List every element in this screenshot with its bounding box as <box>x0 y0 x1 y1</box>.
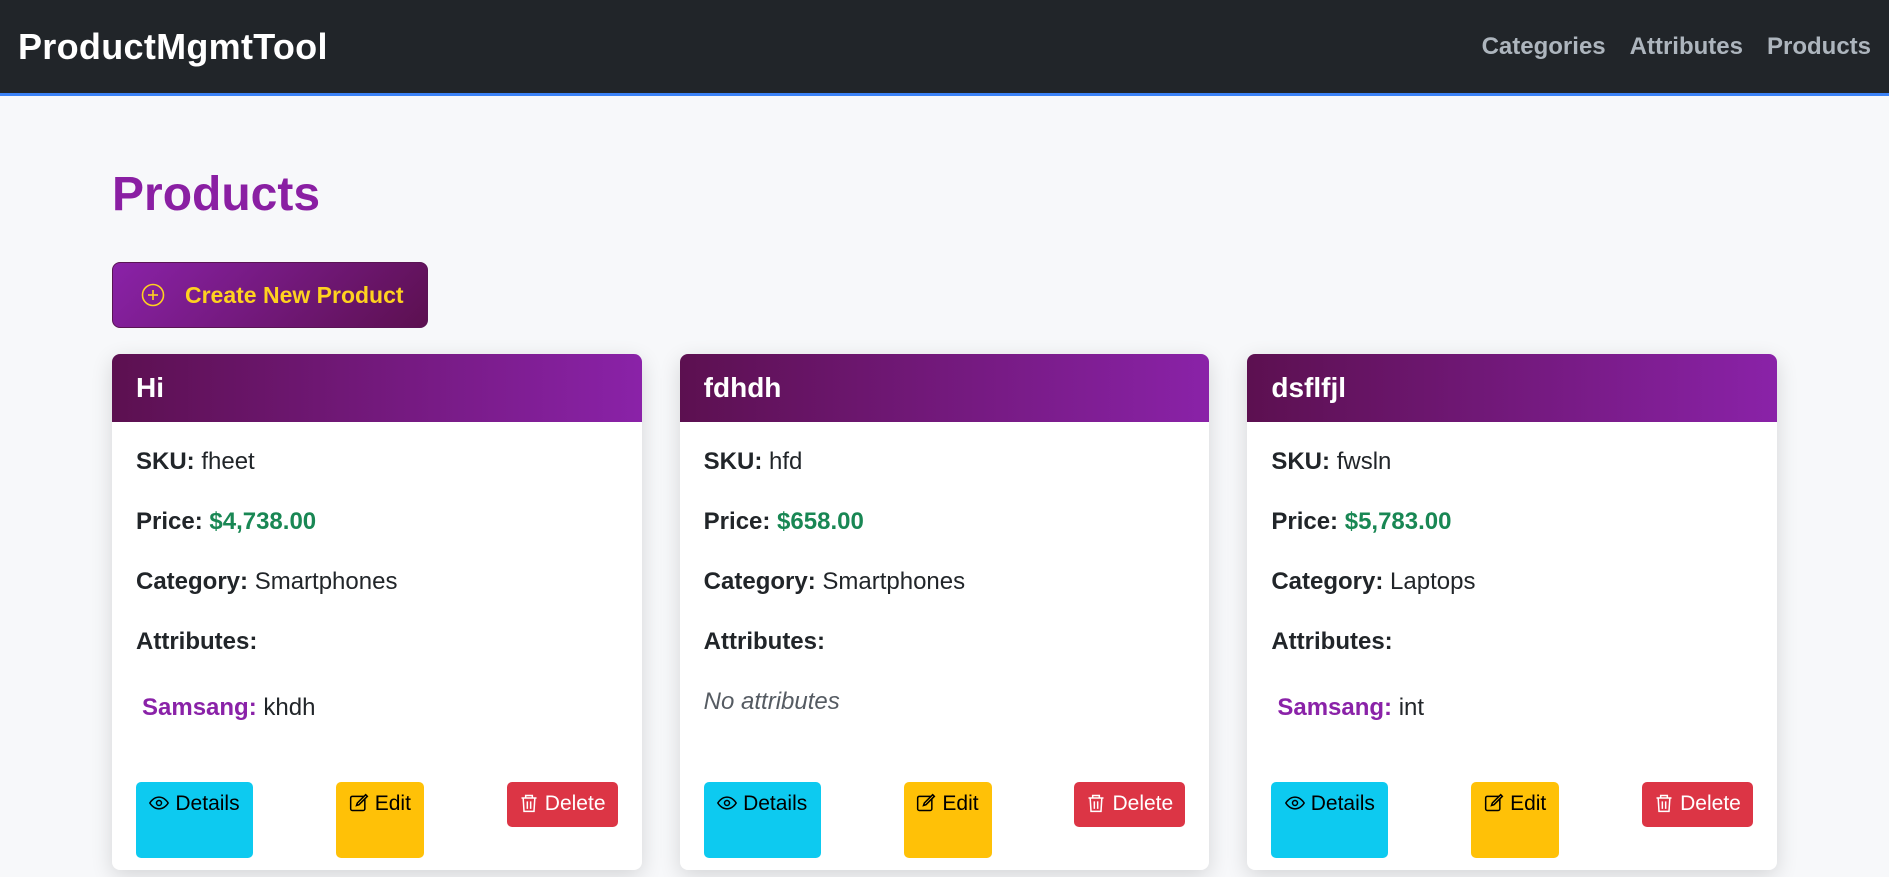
price-label: Price: <box>136 508 203 535</box>
category-value: Smartphones <box>822 568 966 595</box>
product-category: Category: Smartphones <box>136 568 618 596</box>
sku-label: SKU: <box>703 448 763 475</box>
edit-button[interactable]: Edit <box>903 782 992 858</box>
product-card-body: SKU: fwsln Price: $5,783.00 Category: La… <box>1247 422 1777 722</box>
details-label: Details <box>175 792 240 815</box>
price-value: $5,783.00 <box>1344 508 1452 535</box>
product-category: Category: Smartphones <box>704 568 1186 596</box>
create-new-product-button[interactable]: Create New Product <box>112 262 428 328</box>
product-sku: SKU: fwsln <box>1271 448 1753 476</box>
attribute-item: Samsang: int <box>1271 694 1753 722</box>
top-navbar: ProductMgmtTool Categories Attributes Pr… <box>0 0 1889 96</box>
category-label: Category: <box>136 568 249 595</box>
attribute-key: Samsang: <box>1277 694 1393 721</box>
price-value: $4,738.00 <box>209 508 317 535</box>
category-value: Laptops <box>1390 568 1476 595</box>
product-card-header: dsflfjl <box>1247 354 1778 422</box>
nav-link-products[interactable]: Products <box>1767 33 1871 61</box>
sku-value: hfd <box>769 448 803 475</box>
sku-label: SKU: <box>136 448 195 475</box>
edit-label: Edit <box>942 792 979 815</box>
plus-circle-icon <box>141 283 165 307</box>
product-name: Hi <box>136 372 164 403</box>
product-card: dsflfjl SKU: fwsln Price: $5,783.00 Cate… <box>1247 354 1778 870</box>
sku-value: fwsln <box>1336 448 1392 475</box>
product-card-header: Hi <box>112 354 642 422</box>
product-card: Hi SKU: fheet Price: $4,738.00 Category:… <box>112 354 642 870</box>
product-card-header: fdhdh <box>679 354 1210 422</box>
details-label: Details <box>1310 792 1375 815</box>
category-label: Category: <box>1271 568 1384 595</box>
details-button[interactable]: Details <box>136 782 253 858</box>
create-new-product-label: Create New Product <box>185 281 404 308</box>
product-card-grid: Hi SKU: fheet Price: $4,738.00 Category:… <box>112 354 1778 870</box>
delete-button[interactable]: Delete <box>1074 782 1186 827</box>
product-price: Price: $4,738.00 <box>136 508 618 536</box>
attributes-heading: Attributes: <box>1271 628 1393 655</box>
product-sku: SKU: hfd <box>704 448 1186 476</box>
attribute-value: khdh <box>263 694 316 721</box>
product-price: Price: $5,783.00 <box>1271 508 1753 536</box>
product-card-body: SKU: hfd Price: $658.00 Category: Smartp… <box>680 422 1210 716</box>
product-name: fdhdh <box>703 372 782 403</box>
edit-label: Edit <box>1510 792 1547 815</box>
edit-icon <box>349 793 369 812</box>
details-button[interactable]: Details <box>1271 782 1389 858</box>
edit-button[interactable]: Edit <box>1471 782 1560 858</box>
eye-icon <box>149 796 170 810</box>
delete-label: Delete <box>544 792 606 815</box>
edit-icon <box>1484 793 1504 812</box>
delete-button[interactable]: Delete <box>506 782 618 827</box>
sku-value: fheet <box>201 448 255 475</box>
no-attributes-text: No attributes <box>703 688 840 715</box>
details-label: Details <box>743 792 808 815</box>
details-button[interactable]: Details <box>703 782 821 858</box>
product-card-actions: Details Edit Delete <box>703 782 1186 858</box>
brand-logo-link[interactable]: ProductMgmtTool <box>18 26 328 68</box>
product-card-body: SKU: fheet Price: $4,738.00 Category: Sm… <box>112 422 642 722</box>
product-price: Price: $658.00 <box>704 508 1186 536</box>
product-card: fdhdh SKU: hfd Price: $658.00 Category: … <box>679 354 1210 870</box>
trash-icon <box>1656 794 1672 813</box>
attributes-heading: Attributes: <box>136 628 258 655</box>
edit-button[interactable]: Edit <box>335 782 424 858</box>
nav-link-categories[interactable]: Categories <box>1482 33 1606 61</box>
product-card-actions: Details Edit Delete <box>136 782 618 858</box>
price-value: $658.00 <box>777 508 864 535</box>
product-card-actions: Details Edit Delete <box>1271 782 1753 858</box>
delete-button[interactable]: Delete <box>1642 782 1753 827</box>
attributes-heading: Attributes: <box>703 628 825 655</box>
eye-icon <box>717 796 738 810</box>
eye-icon <box>1284 796 1305 810</box>
category-value: Smartphones <box>254 568 398 595</box>
product-category: Category: Laptops <box>1271 568 1753 596</box>
sku-label: SKU: <box>1271 448 1331 475</box>
delete-label: Delete <box>1680 792 1741 815</box>
attribute-value: int <box>1398 694 1425 721</box>
delete-label: Delete <box>1112 792 1174 815</box>
trash-icon <box>1088 794 1104 813</box>
page-title: Products <box>112 168 321 221</box>
main-content: Products Create New Product Hi SKU: fhee… <box>0 168 1889 870</box>
category-label: Category: <box>703 568 816 595</box>
trash-icon <box>521 794 537 813</box>
price-label: Price: <box>703 508 771 535</box>
attribute-item: Samsang: khdh <box>136 694 618 722</box>
nav-links: Categories Attributes Products <box>1482 33 1871 61</box>
product-name: dsflfjl <box>1271 372 1347 403</box>
price-label: Price: <box>1271 508 1339 535</box>
nav-link-attributes[interactable]: Attributes <box>1630 33 1743 61</box>
edit-icon <box>917 793 936 812</box>
attribute-key: Samsang: <box>142 694 257 721</box>
edit-label: Edit <box>374 792 411 815</box>
product-sku: SKU: fheet <box>136 448 618 476</box>
